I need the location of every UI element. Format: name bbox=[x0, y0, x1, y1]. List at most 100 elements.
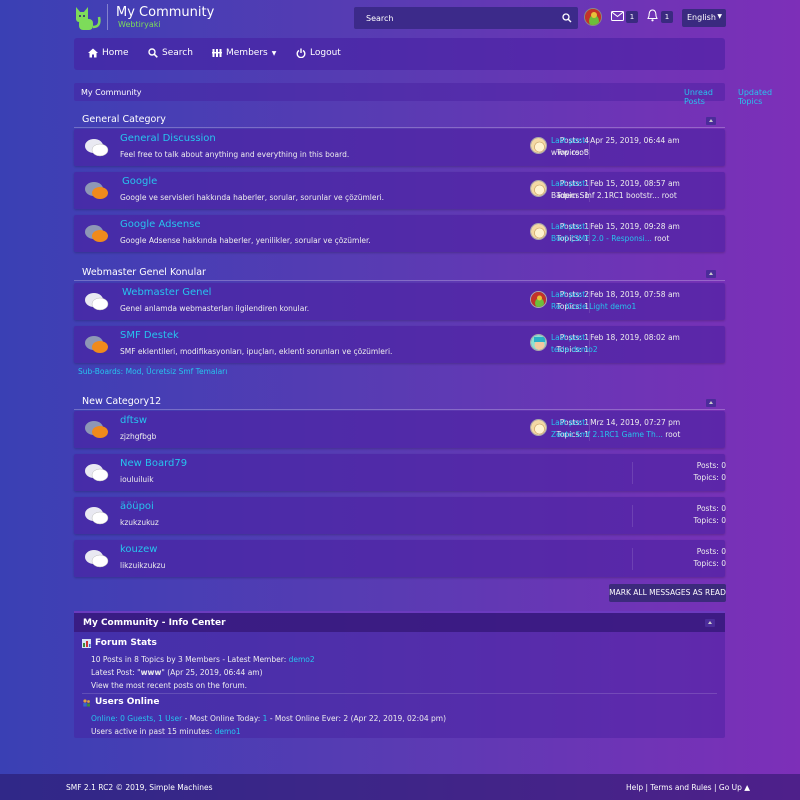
board-icon[interactable] bbox=[84, 138, 110, 158]
board-posts: Posts: 0 bbox=[696, 461, 726, 470]
last-post-label: Last post: bbox=[551, 290, 588, 299]
last-post-info: Last post: Feb 18, 2019, 08:02 am bbox=[551, 333, 680, 342]
board-name[interactable]: kouzew bbox=[120, 544, 157, 555]
latest-post-prefix: Latest Post: " bbox=[91, 668, 141, 677]
board-icon[interactable] bbox=[84, 506, 110, 526]
last-post-topic[interactable]: Börü [SMF 2.0 - Responsi... bbox=[551, 234, 652, 243]
nav-members[interactable]: Members ▼ bbox=[212, 48, 276, 58]
last-post-author[interactable]: demo2 bbox=[572, 345, 598, 354]
breadcrumb-home[interactable]: My Community bbox=[81, 88, 141, 97]
board-icon[interactable] bbox=[84, 549, 110, 569]
cat-logo-icon[interactable] bbox=[73, 5, 103, 31]
online-users-link[interactable]: Online: 0 Guests, 1 User bbox=[91, 714, 182, 723]
language-select[interactable]: English ▼ bbox=[682, 9, 726, 27]
language-label: English bbox=[687, 13, 716, 22]
board-name[interactable]: SMF Destek bbox=[120, 330, 179, 341]
category-title[interactable]: General Category bbox=[82, 114, 166, 125]
last-post-topic[interactable]: Badem Smf 2.1RC1 bootstr... bbox=[551, 191, 659, 200]
category-divider bbox=[74, 280, 725, 281]
search-input[interactable] bbox=[354, 7, 554, 29]
users-online-title: Users Online bbox=[95, 697, 160, 707]
last-post-avatar[interactable] bbox=[530, 180, 547, 197]
last-post-avatar[interactable] bbox=[530, 223, 547, 240]
online-today-count[interactable]: 1 bbox=[263, 714, 268, 723]
latest-post-line: Latest Post: "www" (Apr 25, 2019, 06:44 … bbox=[91, 668, 263, 677]
last-post-avatar[interactable] bbox=[530, 291, 547, 308]
board-name[interactable]: dftsw bbox=[120, 415, 147, 426]
search-icon[interactable] bbox=[562, 13, 572, 23]
board-row: dftsw zjzhgfbgb Posts: 1 Topics: 1 Last … bbox=[74, 411, 725, 448]
board-name[interactable]: äöüpoi bbox=[120, 501, 154, 512]
board-name[interactable]: Google bbox=[122, 176, 157, 187]
info-center: My Community - Info Center Forum Stats 1… bbox=[74, 611, 725, 738]
latest-member-link[interactable]: demo2 bbox=[289, 655, 315, 664]
last-post-author[interactable]: root bbox=[665, 430, 680, 439]
category-divider bbox=[74, 409, 725, 410]
user-avatar[interactable] bbox=[584, 8, 602, 26]
site-subtitle: Webtiryaki bbox=[118, 20, 161, 29]
collapse-icon[interactable] bbox=[706, 270, 716, 278]
nav-search-label: Search bbox=[162, 48, 193, 58]
last-post-topic[interactable]: tesla bbox=[551, 345, 569, 354]
board-row: kouzew likzuikzukzu Posts: 0 Topics: 0 bbox=[74, 540, 726, 577]
last-post-topic[interactable]: Re: iCode Light bbox=[551, 302, 608, 311]
latest-post-suffix: " (Apr 25, 2019, 06:44 am) bbox=[161, 668, 263, 677]
last-post-author[interactable]: root bbox=[654, 234, 669, 243]
last-post-author[interactable]: root bbox=[572, 148, 587, 157]
sub-boards-links[interactable]: Mod, Ücretsiz Smf Temaları bbox=[126, 367, 228, 376]
nav-home[interactable]: Home bbox=[88, 48, 129, 58]
last-post-avatar[interactable] bbox=[530, 334, 547, 351]
footer-links[interactable]: Help | Terms and Rules | Go Up ▲ bbox=[626, 783, 750, 792]
board-name[interactable]: General Discussion bbox=[120, 133, 216, 144]
last-post-author[interactable]: root bbox=[662, 191, 677, 200]
board-icon[interactable] bbox=[84, 292, 110, 312]
last-post-avatar[interactable] bbox=[530, 137, 547, 154]
stats-line: 10 Posts in 8 Topics by 3 Members - Late… bbox=[91, 655, 315, 664]
last-post-topic[interactable]: www bbox=[551, 148, 569, 157]
board-new-posts-icon[interactable] bbox=[84, 181, 110, 201]
online-today-label: - Most Online Today: bbox=[184, 714, 261, 723]
last-post-topic-line: Börü [SMF 2.0 - Responsi... root bbox=[551, 234, 669, 243]
mark-all-read-button[interactable]: MARK ALL MESSAGES AS READ bbox=[609, 584, 726, 602]
alerts-count-badge: 1 bbox=[661, 11, 673, 23]
collapse-icon[interactable] bbox=[706, 399, 716, 407]
board-name[interactable]: Webmaster Genel bbox=[122, 287, 211, 298]
caret-down-icon: ▼ bbox=[271, 49, 277, 57]
updated-topics-link[interactable]: Updated Topics bbox=[738, 88, 772, 106]
board-row: äöüpoi kzukzukuz Posts: 0 Topics: 0 bbox=[74, 497, 726, 534]
board-name[interactable]: New Board79 bbox=[120, 458, 187, 469]
board-stats: Posts: 0 Topics: 0 bbox=[632, 547, 726, 570]
last-post-author[interactable]: demo1 bbox=[610, 302, 636, 311]
site-title[interactable]: My Community bbox=[116, 5, 214, 20]
category-title[interactable]: New Category12 bbox=[82, 396, 161, 407]
last-post-date: Feb 15, 2019, 09:28 am bbox=[590, 222, 680, 231]
last-post-topic[interactable]: Zento Smf 2.1RC1 Game Th... bbox=[551, 430, 663, 439]
recent-posts-link[interactable]: View the most recent posts on the forum. bbox=[91, 681, 247, 690]
unread-posts-link[interactable]: Unread Posts bbox=[684, 88, 725, 106]
collapse-icon[interactable] bbox=[706, 117, 716, 125]
footer: SMF 2.1 RC2 © 2019, Simple Machines Help… bbox=[0, 774, 800, 800]
category-title[interactable]: Webmaster Genel Konular bbox=[82, 267, 206, 278]
board-row: Webmaster Genel Genel anlamda webmasterl… bbox=[74, 283, 725, 320]
copyright-text[interactable]: SMF 2.1 RC2 © 2019, Simple Machines bbox=[66, 783, 213, 792]
bell-icon[interactable] bbox=[647, 9, 658, 22]
last-post-date: Feb 15, 2019, 08:57 am bbox=[590, 179, 680, 188]
board-description: kzukzukuz bbox=[120, 518, 159, 527]
mail-icon[interactable] bbox=[611, 11, 624, 21]
board-new-posts-icon[interactable] bbox=[84, 420, 110, 440]
nav-home-label: Home bbox=[102, 48, 129, 58]
power-icon bbox=[296, 48, 306, 58]
board-new-posts-icon[interactable] bbox=[84, 335, 110, 355]
latest-post-topic[interactable]: www bbox=[141, 668, 162, 677]
nav-search[interactable]: Search bbox=[148, 48, 193, 58]
last-post-avatar[interactable] bbox=[530, 419, 547, 436]
collapse-icon[interactable] bbox=[705, 619, 715, 627]
nav-logout[interactable]: Logout bbox=[296, 48, 341, 58]
search-box bbox=[354, 7, 578, 29]
board-name[interactable]: Google Adsense bbox=[120, 219, 201, 230]
active-user-link[interactable]: demo1 bbox=[215, 727, 241, 736]
board-new-posts-icon[interactable] bbox=[84, 224, 110, 244]
last-post-topic-line: Badem Smf 2.1RC1 bootstr... root bbox=[551, 191, 677, 200]
board-icon[interactable] bbox=[84, 463, 110, 483]
board-description: Google Adsense hakkında haberler, yenili… bbox=[120, 236, 371, 245]
